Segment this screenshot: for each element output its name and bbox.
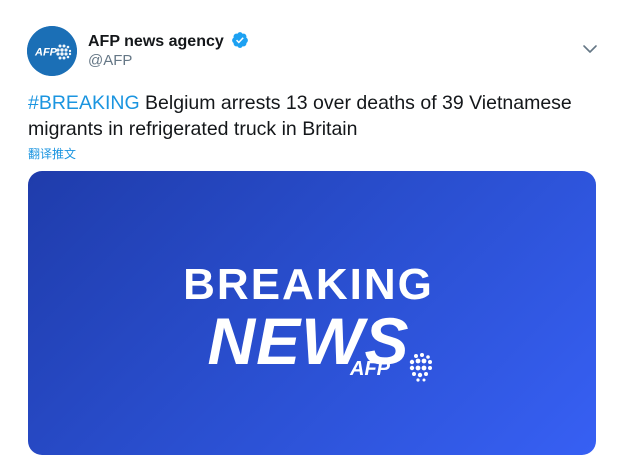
verified-badge-icon bbox=[231, 31, 249, 55]
translate-tweet-link[interactable]: 翻译推文 bbox=[28, 145, 76, 162]
media-line-news: NEWS bbox=[207, 304, 410, 378]
media-headline: BREAKING NEWS bbox=[28, 260, 596, 378]
afp-media-logo-icon: AFP bbox=[349, 353, 432, 382]
afp-logo-icon: AFP bbox=[27, 26, 77, 76]
author-handle[interactable]: @AFP bbox=[88, 52, 132, 70]
chevron-down-icon[interactable] bbox=[580, 41, 600, 57]
tweet-card: AFP AFP news agency @AFP #BREAKING Belgi… bbox=[0, 0, 620, 474]
svg-text:AFP: AFP bbox=[349, 358, 391, 380]
svg-text:AFP: AFP bbox=[34, 47, 58, 59]
avatar[interactable]: AFP bbox=[27, 26, 77, 76]
hashtag-link[interactable]: #BREAKING bbox=[28, 92, 140, 114]
media-line-breaking: BREAKING bbox=[183, 260, 434, 309]
tweet-media-image[interactable]: BREAKING NEWS AFP bbox=[28, 171, 596, 455]
author-name-text: AFP news agency bbox=[88, 33, 224, 50]
tweet-text: #BREAKING Belgium arrests 13 over deaths… bbox=[28, 90, 603, 142]
